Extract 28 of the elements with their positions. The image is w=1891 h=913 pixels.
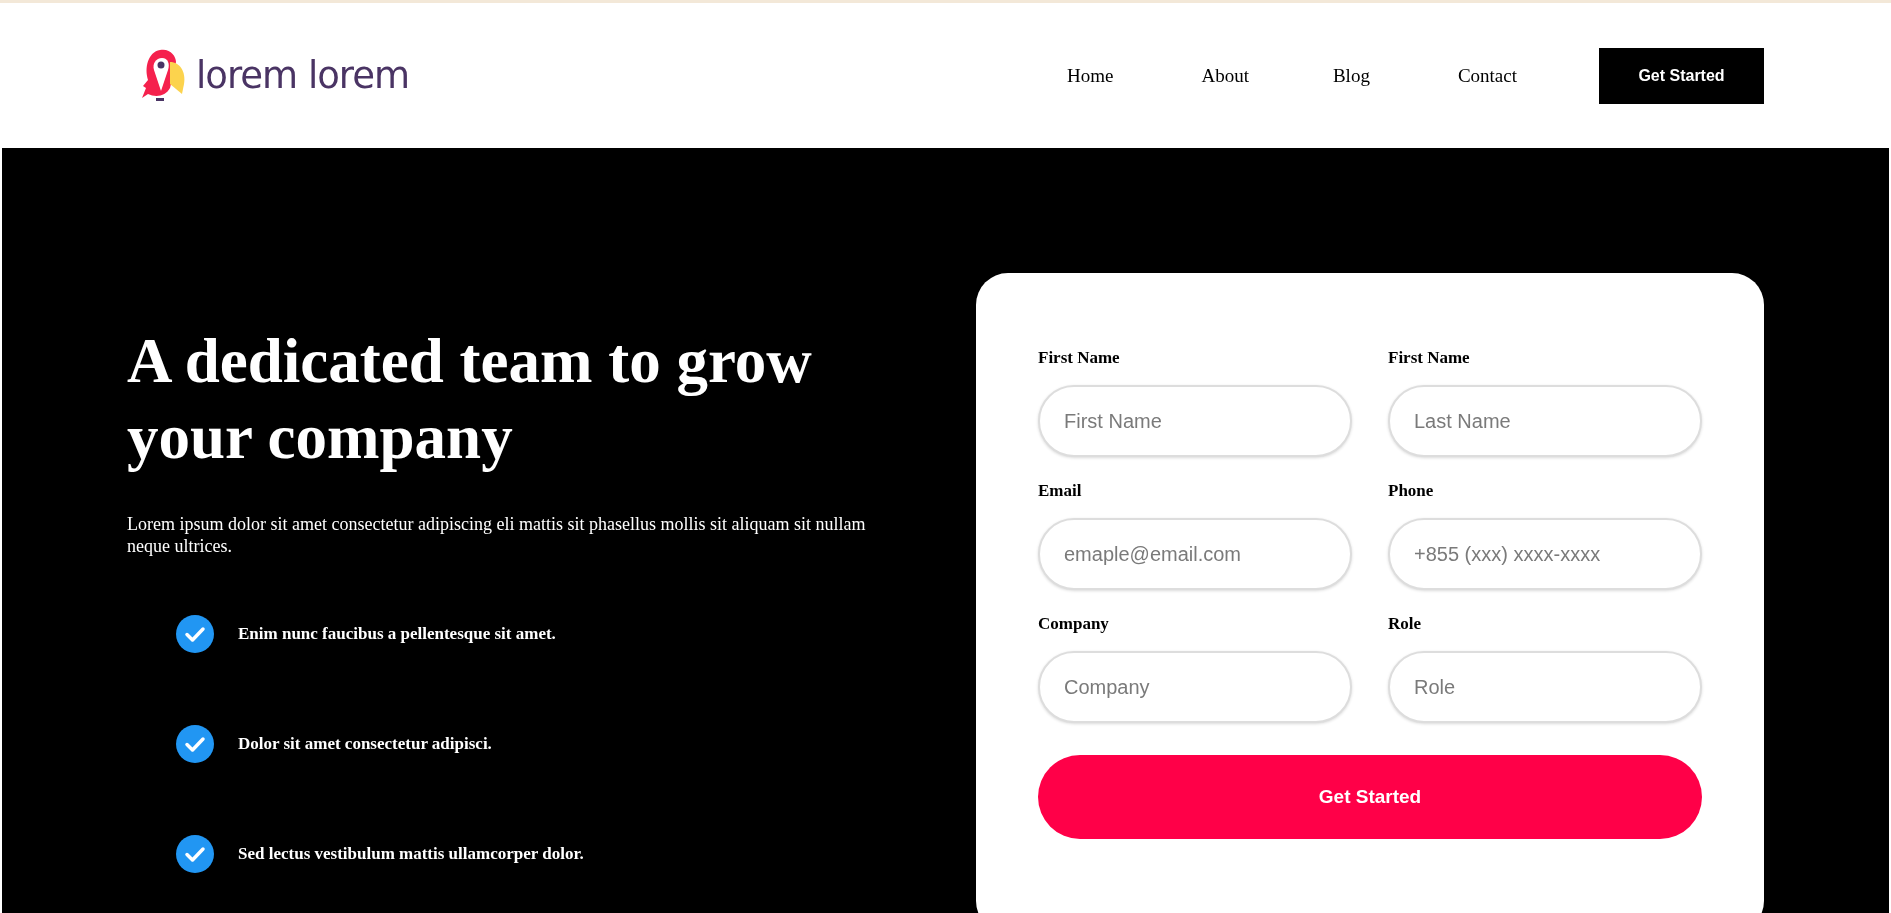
input-field[interactable]: Company	[1038, 651, 1352, 723]
check-circle-icon	[176, 615, 214, 653]
logo-text: lorem lorem	[196, 54, 409, 97]
field-label: Company	[1038, 614, 1110, 634]
hero-description: Lorem ipsum dolor sit amet consectetur adipiscing eli mattis sit phasellus mollis sit aliquam sit nullam neque ultrices.	[127, 513, 867, 557]
get-started-button[interactable]: Get Started	[1599, 47, 1764, 104]
nav-link[interactable]: About	[1201, 64, 1249, 87]
input-field[interactable]: First Name	[1038, 385, 1352, 457]
field-label: First Name	[1038, 348, 1121, 368]
feature-text: Dolor sit amet consectetur adipisci.	[238, 734, 492, 754]
nav-link[interactable]: Blog	[1332, 64, 1370, 87]
nav-link[interactable]: Contact	[1457, 64, 1517, 87]
parrot-logo-icon	[140, 48, 186, 103]
submit-button[interactable]: Get Started	[1038, 755, 1702, 839]
field-label: Phone	[1388, 481, 1435, 501]
check-circle-icon	[176, 725, 214, 763]
field-label: Role	[1388, 614, 1423, 634]
feature-text: Sed lectus vestibulum mattis ullamcorper dolor.	[238, 844, 584, 864]
input-field[interactable]: +855 (xxx) xxxx-xxxx	[1388, 518, 1702, 590]
nav-link[interactable]: Home	[1067, 64, 1114, 87]
input-field[interactable]: Role	[1388, 651, 1702, 723]
feature-text: Enim nunc faucibus a pellentesque sit amet.	[238, 624, 556, 644]
field-label: First Name	[1388, 348, 1471, 368]
input-field[interactable]: Last Name	[1388, 385, 1702, 457]
input-field[interactable]: emaple@email.com	[1038, 518, 1352, 590]
hero-heading: A dedicated team to grow your company	[127, 325, 813, 474]
field-label: Email	[1038, 481, 1083, 501]
check-circle-icon	[176, 835, 214, 873]
